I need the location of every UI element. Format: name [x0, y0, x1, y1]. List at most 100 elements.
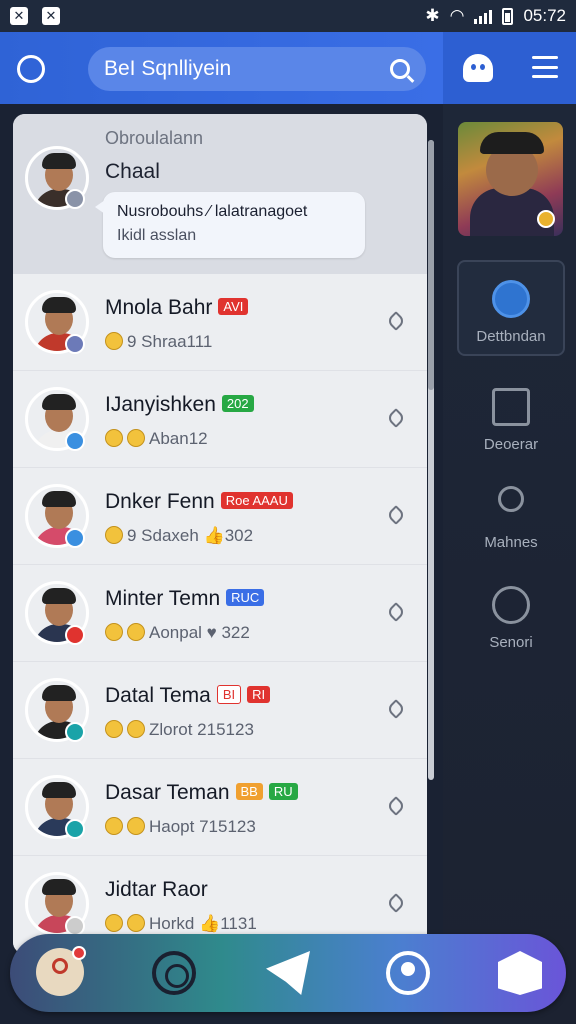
emoji-icon [105, 914, 123, 932]
chat-preview: 9 Sdaxeh 👍302 [105, 526, 253, 546]
notification-dot [72, 946, 86, 960]
message-text: Nusrobouhs ∕ lalatranagoet [117, 203, 308, 220]
chat-preview-text: 9 Sdaxeh 👍302 [127, 526, 254, 545]
emoji-icon [105, 817, 123, 835]
chat-name: Mnola Bahr AVI [105, 296, 249, 320]
heart-icon[interactable] [386, 893, 406, 913]
chat-row[interactable]: Mnola Bahr AVI 9 Shraa111 [13, 274, 427, 371]
nav-home-button[interactable] [36, 946, 86, 996]
emoji-icon [105, 623, 123, 641]
chat-name-text: IJanyishken [105, 393, 216, 416]
chat-row[interactable]: Dnker Fenn Roe AAAU 9 Sdaxeh 👍302 [13, 468, 427, 565]
chat-row[interactable]: Datal Tema BI RI Zlorot 215123 [13, 662, 427, 759]
app-notification-icon: ✕ [42, 7, 60, 25]
status-badge [65, 819, 85, 839]
chat-preview: Horkd 👍1131 [105, 914, 257, 934]
profile-badge-icon [537, 210, 555, 228]
emoji-icon [127, 429, 145, 447]
heart-icon[interactable] [386, 602, 406, 622]
right-app-bar [443, 32, 576, 104]
camera-icon[interactable] [152, 951, 196, 995]
status-bar: ✕ ✕ ✱ ◠ 05:72 [0, 0, 576, 32]
emoji-icon [127, 623, 145, 641]
chat-name: Dnker Fenn Roe AAAU [105, 490, 293, 514]
chat-name-text: Datal Tema [105, 684, 211, 707]
status-badge [65, 722, 85, 742]
chat-row[interactable]: IJanyishken 202 Aban12 [13, 371, 427, 468]
wifi-icon: ◠ [449, 6, 465, 25]
chat-preview: Aonpal ♥ 322 [105, 623, 250, 643]
chat-tag: RUC [226, 589, 265, 606]
status-badge [65, 528, 85, 548]
emoji-icon [127, 817, 145, 835]
chat-name-text: Dnker Fenn [105, 490, 215, 513]
status-badge [65, 189, 85, 209]
side-item-0[interactable]: Dettbndan [457, 260, 565, 356]
chat-name: Datal Tema BI RI [105, 684, 271, 708]
profile-thumbnail[interactable] [458, 122, 563, 236]
location-pin-icon [52, 958, 68, 974]
emoji-icon [105, 720, 123, 738]
shield-icon[interactable] [498, 951, 542, 995]
message-bubble[interactable]: Nusrobouhs ∕ lalatranagoet Ikidl asslan [95, 192, 365, 258]
pinned-header: Obroulalann [105, 128, 204, 148]
chat-preview-text: Zlorot 215123 [149, 720, 254, 739]
side-item-label: Deoerar [483, 436, 539, 453]
chat-preview: Aban12 [105, 429, 208, 449]
side-item-3[interactable]: Senori [457, 586, 565, 651]
building-icon [492, 388, 530, 426]
heart-icon[interactable] [386, 311, 406, 331]
side-item-2[interactable]: Mahnes [457, 486, 565, 551]
side-item-1[interactable]: Deoerar [457, 388, 565, 453]
chat-name: Jidtar Raor [105, 878, 208, 902]
heart-icon[interactable] [386, 505, 406, 525]
heart-icon[interactable] [386, 408, 406, 428]
refresh-icon[interactable] [17, 55, 45, 83]
status-badge [65, 625, 85, 645]
bluetooth-icon: ✱ [425, 6, 440, 25]
app-bar: BeI Sqnlliyein [0, 32, 443, 104]
chat-name-text: Mnola Bahr [105, 296, 213, 319]
chat-name: IJanyishken 202 [105, 393, 254, 417]
chat-list: Obroulalann Chaal Nusrobouhs ∕ lalatrana… [13, 114, 427, 954]
chat-row[interactable]: Dasar Teman BB RU Haopt 715123 [13, 759, 427, 856]
chat-tag: BI [216, 685, 242, 704]
menu-icon[interactable] [532, 56, 558, 78]
message-text: Ikidl asslan [117, 227, 197, 244]
search-icon[interactable] [390, 59, 410, 79]
side-item-label: Dettbndan [476, 328, 546, 345]
search-bar[interactable]: BeI Sqnlliyein [88, 47, 426, 91]
chat-row[interactable]: Minter Temn RUC Aonpal ♥ 322 [13, 565, 427, 662]
heart-icon[interactable] [386, 699, 406, 719]
heart-icon[interactable] [386, 796, 406, 816]
bottom-nav [10, 934, 566, 1012]
ghost-icon[interactable] [463, 54, 493, 82]
chat-tag: RU [268, 783, 298, 800]
chat-tag: 202 [221, 395, 254, 412]
clock: 05:72 [523, 6, 566, 25]
chat-preview-text: 9 Shraa111 [127, 332, 213, 351]
emoji-icon [105, 526, 123, 544]
chat-name: Chaal [105, 160, 160, 183]
emoji-icon [127, 720, 145, 738]
chat-preview-text: Horkd 👍1131 [149, 914, 257, 933]
chat-name-text: Dasar Teman [105, 781, 230, 804]
chat-tag: BB [235, 783, 263, 800]
chat-tag: AVI [218, 298, 249, 315]
send-icon[interactable] [266, 951, 310, 995]
app-notification-icon: ✕ [10, 7, 28, 25]
chat-preview-text: Aban12 [149, 429, 208, 448]
pinned-chat[interactable]: Obroulalann Chaal Nusrobouhs ∕ lalatrana… [13, 114, 427, 274]
side-panel: Dettbndan Deoerar Mahnes Senori [443, 104, 576, 1024]
contacts-icon[interactable] [386, 951, 430, 995]
notification-icons: ✕ ✕ [10, 7, 60, 25]
emoji-icon [105, 332, 123, 350]
chat-preview-text: Haopt 715123 [149, 817, 256, 836]
chat-name-text: Minter Temn [105, 587, 221, 610]
chat-preview: Zlorot 215123 [105, 720, 254, 740]
chat-tag: RI [247, 686, 271, 703]
chat-preview-text: Aonpal ♥ 322 [149, 623, 250, 642]
scrollbar[interactable] [428, 140, 434, 780]
status-badge [65, 431, 85, 451]
clock-icon [492, 586, 530, 624]
